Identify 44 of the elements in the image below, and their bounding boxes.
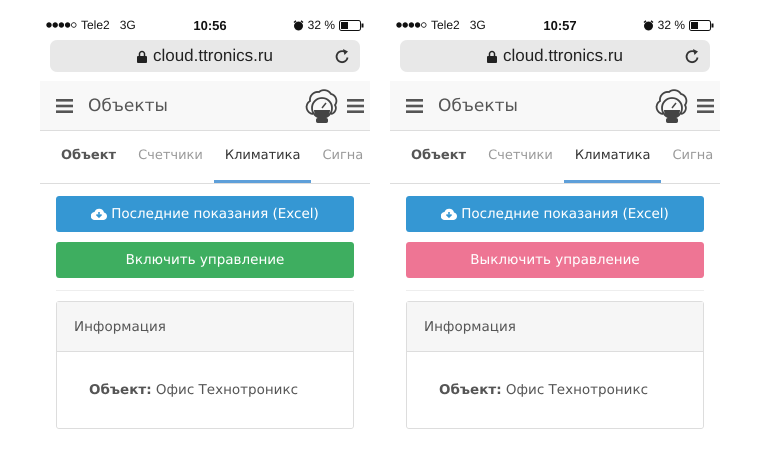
- object-info-text: Объект: Офис Технотроникс: [439, 382, 648, 398]
- cloud-download-icon: [441, 208, 458, 220]
- menu-icon[interactable]: [406, 98, 423, 112]
- address-bar[interactable]: cloud.ttronics.ru: [400, 40, 710, 72]
- signal-icon: [396, 22, 427, 28]
- url-text: cloud.ttronics.ru: [153, 46, 273, 66]
- url-text: cloud.ttronics.ru: [503, 46, 623, 66]
- clock-time: 10:57: [543, 18, 577, 32]
- battery-icon: [689, 20, 714, 30]
- reload-icon[interactable]: [685, 48, 700, 64]
- download-button[interactable]: Последние показания (Excel): [406, 196, 704, 232]
- page-title: Объекты: [88, 96, 169, 116]
- network-type: 3G: [120, 18, 136, 32]
- reload-icon[interactable]: [335, 48, 350, 64]
- carrier-name: Tele2: [431, 18, 460, 32]
- nav-tab[interactable]: Объект: [400, 131, 478, 183]
- page-title: Объекты: [438, 96, 519, 116]
- alarm-icon: [642, 20, 654, 30]
- battery-percent: 32 %: [658, 18, 685, 32]
- lock-icon: [137, 50, 147, 62]
- lock-icon: [487, 50, 497, 62]
- nav-tab[interactable]: Сигна: [311, 131, 370, 183]
- control-toggle-button[interactable]: Выключить управление: [406, 242, 704, 278]
- clock-time: 10:56: [193, 18, 227, 32]
- menu-icon[interactable]: [697, 98, 714, 112]
- cloud-download-icon: [91, 208, 108, 220]
- object-info-text: Объект: Офис Технотроникс: [89, 382, 298, 398]
- nav-tab[interactable]: Счетчики: [477, 131, 564, 183]
- card-heading: Информация: [74, 318, 166, 334]
- download-button[interactable]: Последние показания (Excel): [56, 196, 354, 232]
- network-type: 3G: [470, 18, 486, 32]
- battery-icon: [339, 20, 364, 30]
- nav-tab[interactable]: Объект: [50, 131, 128, 183]
- address-bar[interactable]: cloud.ttronics.ru: [50, 40, 360, 72]
- carrier-name: Tele2: [81, 18, 110, 32]
- card-heading: Информация: [424, 318, 516, 334]
- signal-icon: [46, 22, 77, 28]
- nav-tab[interactable]: Счетчики: [127, 131, 214, 183]
- nav-tab[interactable]: Сигна: [661, 131, 720, 183]
- menu-icon[interactable]: [56, 98, 73, 112]
- menu-icon[interactable]: [347, 98, 364, 112]
- battery-percent: 32 %: [308, 18, 335, 32]
- control-toggle-button[interactable]: Включить управление: [56, 242, 354, 278]
- alarm-icon: [292, 20, 304, 30]
